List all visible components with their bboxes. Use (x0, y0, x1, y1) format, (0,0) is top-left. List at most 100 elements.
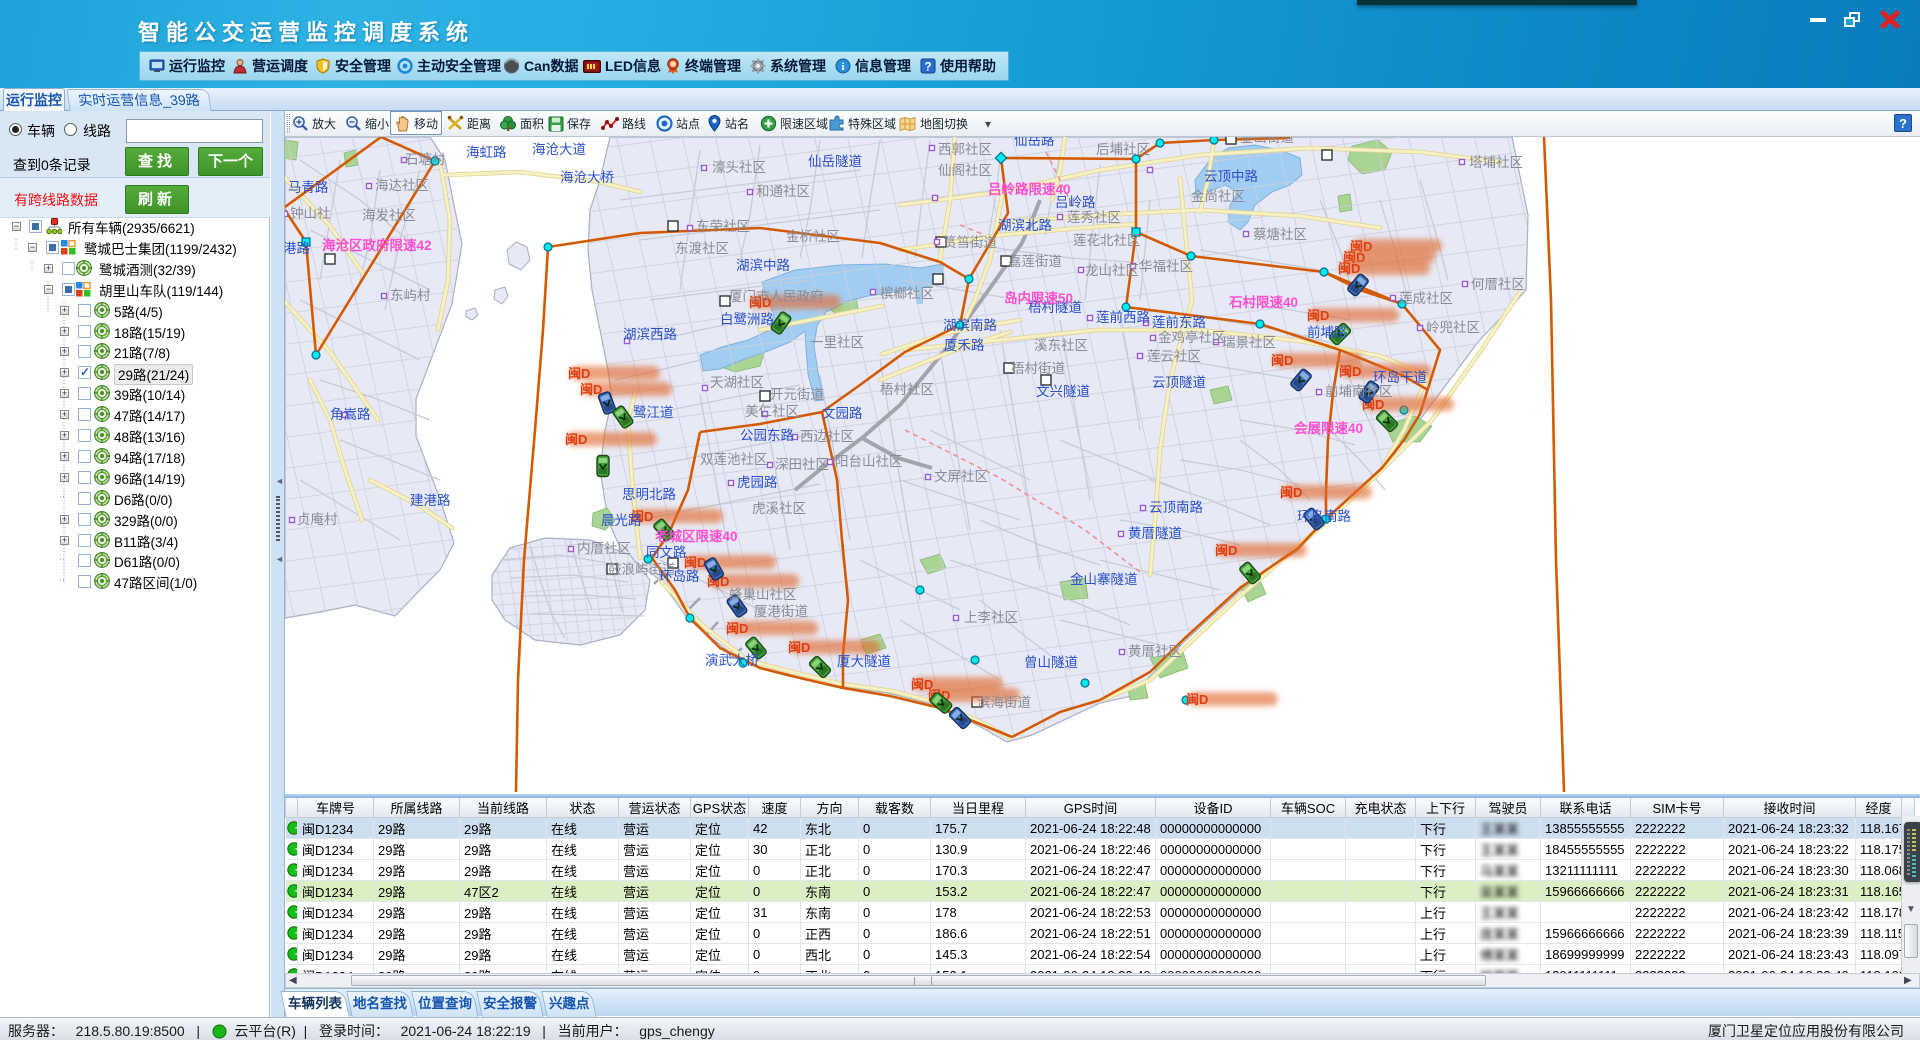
svg-text:闽D: 闽D (568, 366, 590, 381)
svg-text:石塘村: 石塘村 (405, 152, 446, 167)
svg-text:虎溪社区: 虎溪社区 (752, 501, 806, 516)
svg-text:闽D: 闽D (726, 621, 748, 636)
svg-text:海发社区: 海发社区 (362, 208, 416, 223)
svg-text:蔡塘社区: 蔡塘社区 (1253, 227, 1307, 242)
svg-text:黄厝隧道: 黄厝隧道 (1128, 526, 1182, 541)
svg-text:曾山隧道: 曾山隧道 (1024, 655, 1078, 670)
svg-text:西边社区: 西边社区 (800, 429, 854, 444)
svg-text:仙岳路: 仙岳路 (1014, 137, 1055, 148)
svg-text:公园东路: 公园东路 (740, 428, 794, 443)
svg-text:上李社区: 上李社区 (964, 610, 1018, 625)
svg-text:塔埔社区: 塔埔社区 (1469, 155, 1523, 170)
svg-text:闽D: 闽D (565, 432, 587, 447)
svg-text:梧村街道: 梧村街道 (1011, 361, 1065, 376)
svg-text:莲云社区: 莲云社区 (1147, 349, 1201, 364)
svg-text:西郭社区: 西郭社区 (938, 141, 992, 157)
svg-text:鹭江道: 鹭江道 (633, 405, 674, 420)
svg-text:闽D: 闽D (1339, 364, 1361, 379)
svg-text:闽D: 闽D (684, 555, 706, 570)
svg-text:厦大隧道: 厦大隧道 (837, 654, 891, 669)
svg-text:闽D: 闽D (1186, 692, 1208, 707)
svg-text:环岛干道: 环岛干道 (1373, 370, 1427, 385)
svg-text:厦港街道: 厦港街道 (754, 604, 808, 619)
svg-text:吕岭路限速40: 吕岭路限速40 (988, 181, 1071, 197)
svg-text:内厝社区: 内厝社区 (577, 541, 631, 556)
svg-text:湖滨南路: 湖滨南路 (943, 318, 997, 333)
svg-text:金山街道: 金山街道 (1240, 137, 1294, 145)
svg-text:黄厝社区: 黄厝社区 (1128, 644, 1182, 659)
svg-text:滨海街道: 滨海街道 (977, 695, 1031, 710)
svg-text:后埔社区: 后埔社区 (1096, 142, 1150, 157)
svg-text:吕岭路: 吕岭路 (1055, 195, 1096, 210)
svg-text:龙山社区: 龙山社区 (1085, 263, 1139, 278)
svg-text:湖滨中路: 湖滨中路 (736, 258, 790, 273)
svg-text:同文路: 同文路 (646, 545, 687, 560)
svg-text:槟榔社区: 槟榔社区 (880, 286, 934, 301)
svg-text:筼筜街道: 筼筜街道 (943, 234, 997, 250)
svg-text:何厝社区: 何厝社区 (1471, 277, 1525, 292)
svg-text:钟山社: 钟山社 (290, 205, 331, 221)
svg-text:演武大桥: 演武大桥 (705, 653, 759, 668)
svg-text:会展限速40: 会展限速40 (1294, 420, 1363, 436)
svg-text:海虹路: 海虹路 (466, 145, 507, 160)
svg-text:美仁社区: 美仁社区 (745, 404, 799, 419)
svg-text:溪东社区: 溪东社区 (1034, 338, 1088, 353)
svg-text:湖滨北路: 湖滨北路 (998, 218, 1052, 233)
svg-text:莲成社区: 莲成社区 (1399, 291, 1453, 306)
svg-text:东渡社区: 东渡社区 (675, 241, 729, 256)
svg-text:嘉莲街道: 嘉莲街道 (1008, 254, 1062, 269)
svg-text:湖滨西路: 湖滨西路 (623, 327, 677, 342)
svg-text:海沧大道: 海沧大道 (532, 141, 586, 157)
svg-text:前埔南社区: 前埔南社区 (1325, 383, 1393, 399)
svg-text:云顶中路: 云顶中路 (1204, 169, 1258, 184)
svg-text:厦禾路: 厦禾路 (944, 338, 985, 353)
svg-text:海沧区政府限速42: 海沧区政府限速42 (322, 237, 432, 253)
svg-text:莲前东路: 莲前东路 (1152, 314, 1206, 330)
svg-text:金桥社区: 金桥社区 (786, 229, 840, 244)
svg-text:和通社区: 和通社区 (756, 184, 810, 199)
svg-text:老城区限速40: 老城区限速40 (655, 528, 738, 544)
svg-text:天湖社区: 天湖社区 (710, 375, 764, 390)
svg-text:莲花北社区: 莲花北社区 (1073, 233, 1141, 248)
svg-text:莲前西路: 莲前西路 (1096, 309, 1150, 325)
svg-text:闽D: 闽D (1280, 485, 1302, 500)
svg-text:海沧大桥: 海沧大桥 (560, 169, 614, 185)
svg-text:环岛路: 环岛路 (659, 569, 700, 584)
svg-text:i: i (841, 61, 844, 73)
svg-text:瑞景社区: 瑞景社区 (1222, 335, 1276, 350)
svg-text:角嵩路: 角嵩路 (330, 407, 371, 422)
svg-text:?: ? (924, 62, 931, 74)
svg-text:晨光路: 晨光路 (601, 513, 642, 528)
svg-text:岛内限速50: 岛内限速50 (1004, 290, 1073, 306)
svg-text:闽D: 闽D (1215, 543, 1237, 558)
svg-text:港路: 港路 (285, 241, 310, 256)
svg-text:梧村社区: 梧村社区 (880, 382, 934, 397)
svg-text:海达社区: 海达社区 (375, 178, 429, 193)
svg-text:马青路: 马青路 (288, 180, 329, 195)
svg-text:深田社区: 深田社区 (775, 457, 829, 472)
svg-text:一里社区: 一里社区 (810, 335, 864, 350)
svg-text:闽D: 闽D (1271, 353, 1293, 368)
svg-text:金鸡亭社区: 金鸡亭社区 (1158, 329, 1226, 345)
svg-text:文兴隧道: 文兴隧道 (1036, 384, 1090, 399)
svg-text:文园路: 文园路 (822, 406, 863, 421)
svg-text:思明北路: 思明北路 (622, 487, 676, 502)
svg-text:闽D: 闽D (788, 640, 810, 655)
svg-text:濠头社区: 濠头社区 (712, 159, 766, 175)
svg-text:蜂巢山社区: 蜂巢山社区 (729, 587, 797, 602)
svg-text:金山寨隧道: 金山寨隧道 (1070, 571, 1138, 587)
svg-text:建港路: 建港路 (410, 493, 451, 508)
svg-text:厦门市人民政府: 厦门市人民政府 (729, 288, 824, 304)
svg-text:金尚社区: 金尚社区 (1191, 189, 1245, 204)
svg-text:环岛南路: 环岛南路 (1297, 509, 1351, 524)
svg-text:贞庵村: 贞庵村 (297, 511, 338, 527)
svg-text:闽D: 闽D (1338, 261, 1360, 276)
svg-text:东荣社区: 东荣社区 (696, 219, 750, 234)
svg-text:石村限速40: 石村限速40 (1228, 294, 1298, 310)
svg-text:虎园路: 虎园路 (737, 475, 778, 490)
svg-text:文屏社区: 文屏社区 (934, 469, 988, 484)
svg-text:仙岳隧道: 仙岳隧道 (808, 154, 862, 169)
svg-text:华福社区: 华福社区 (1139, 259, 1193, 274)
svg-text:开元街道: 开元街道 (770, 387, 824, 402)
svg-text:闽D: 闽D (1307, 308, 1329, 323)
